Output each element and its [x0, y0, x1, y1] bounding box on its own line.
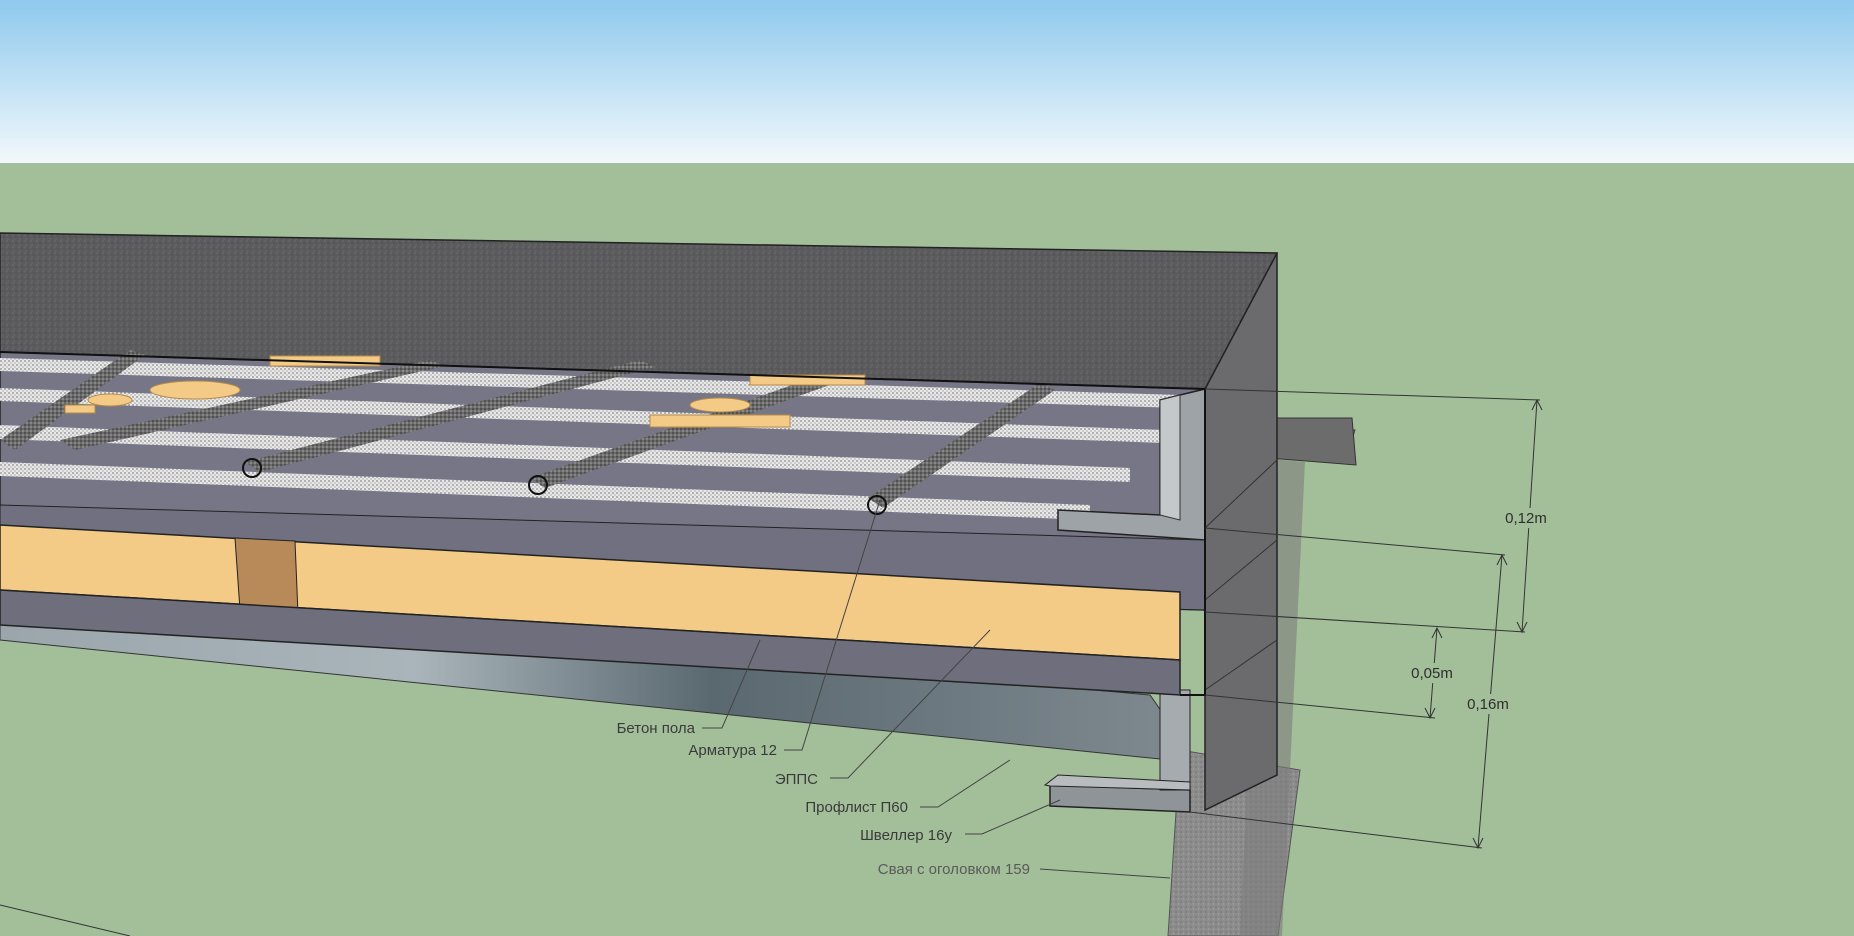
sky-background — [0, 0, 1854, 163]
floor-slab-section-model: Бетон пола Арматура 12 ЭППС Профлист П60… — [0, 0, 1854, 936]
callout-pile: Свая с оголовком 159 — [878, 861, 1030, 878]
callout-profiled-sheet: Профлист П60 — [805, 799, 908, 816]
dimension-0-16: 0,16m — [1467, 696, 1509, 713]
callout-concrete-floor: Бетон пола — [617, 720, 696, 737]
callout-epps: ЭППС — [775, 771, 818, 788]
dimension-0-05: 0,05m — [1411, 665, 1453, 682]
callout-rebar: Арматура 12 — [688, 742, 777, 759]
callout-channel: Швеллер 16у — [860, 827, 952, 844]
dimension-0-12: 0,12m — [1505, 510, 1547, 527]
